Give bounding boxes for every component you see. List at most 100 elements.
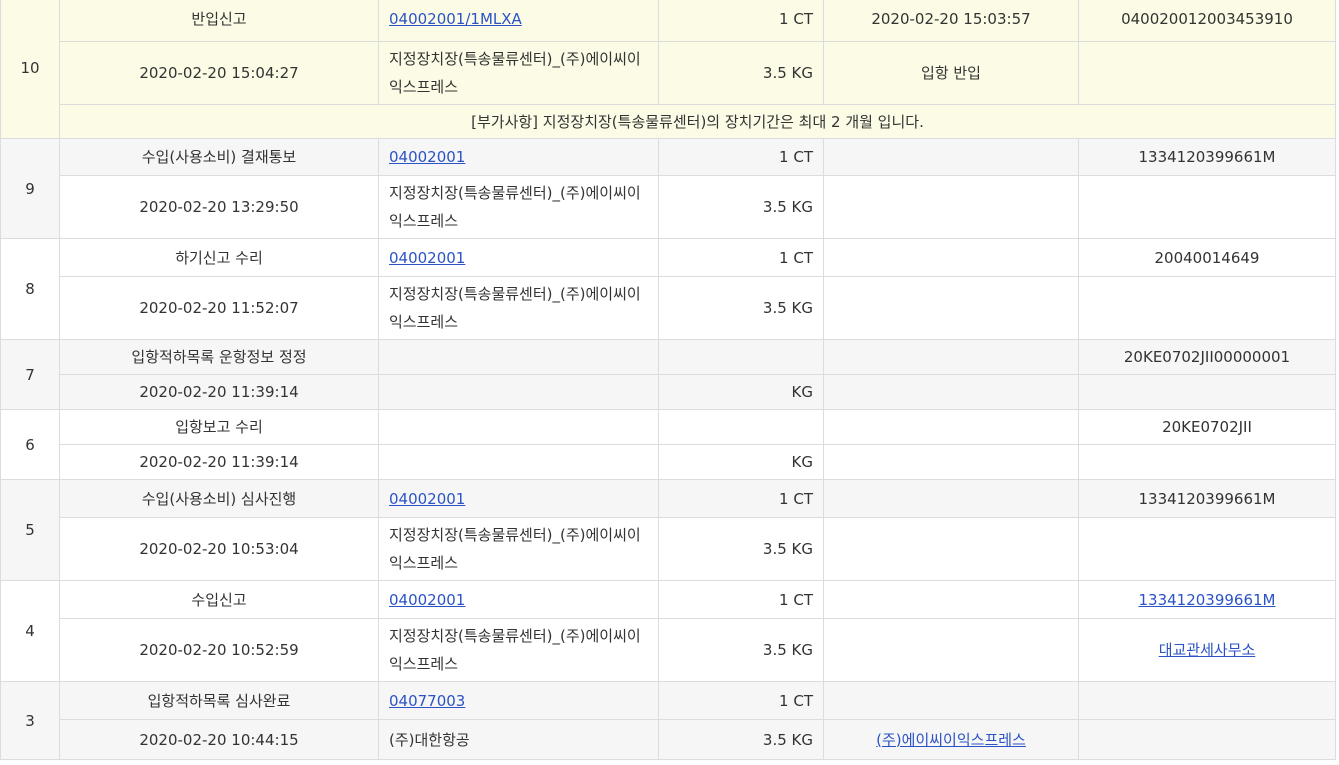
table-row: 2020-02-20 10:52:59 지정장치장(특송물류센터)_(주)에이씨… bbox=[1, 618, 1336, 682]
table-row: 10 반입신고 04002001/1MLXA 1 CT 2020-02-20 1… bbox=[0, 0, 1336, 139]
reference-number: 20KE0702JII bbox=[1078, 409, 1336, 445]
quantity bbox=[658, 339, 824, 375]
table-row: 7 입항적하목록 운항정보 정정 20KE0702JII00000001 bbox=[0, 339, 1336, 410]
storage-place: 지정장치장(특송물류센터)_(주)에이씨이익스프레스 bbox=[378, 41, 659, 105]
quantity: 1 CT bbox=[658, 479, 824, 518]
row-number: 6 bbox=[0, 409, 60, 480]
weight: KG bbox=[658, 444, 824, 480]
status-label: 입항적하목록 심사완료 bbox=[59, 681, 379, 720]
customs-broker-link[interactable]: 대교관세사무소 bbox=[1159, 641, 1256, 659]
extra-info bbox=[1078, 41, 1336, 105]
event-datetime bbox=[823, 339, 1079, 375]
storage-place bbox=[378, 374, 659, 410]
entry-type bbox=[823, 374, 1079, 410]
table-row: 2020-02-20 13:29:50 지정장치장(특송물류센터)_(주)에이씨… bbox=[1, 175, 1336, 239]
processed-datetime: 2020-02-20 10:53:04 bbox=[59, 517, 379, 581]
quantity: 1 CT bbox=[658, 580, 824, 619]
weight: 3.5 KG bbox=[658, 719, 824, 760]
reference-number: 1334120399661M bbox=[1078, 479, 1336, 518]
storage-place: 지정장치장(특송물류센터)_(주)에이씨이익스프레스 bbox=[378, 517, 659, 581]
extra-info bbox=[1078, 719, 1336, 760]
bl-number bbox=[378, 339, 659, 375]
table-row: 8 하기신고 수리 04002001 1 CT 20040014649 bbox=[0, 238, 1336, 340]
status-label: 반입신고 bbox=[59, 0, 379, 42]
additional-note: [부가사항] 지정장치장(특송물류센터)의 장치기간은 최대 2 개월 입니다. bbox=[59, 104, 1336, 139]
processed-datetime: 2020-02-20 11:39:14 bbox=[59, 374, 379, 410]
table-row: 5 수입(사용소비) 심사진행 04002001 1 CT 1334120399… bbox=[0, 479, 1336, 581]
extra-info bbox=[1078, 374, 1336, 410]
bl-number-link[interactable]: 04002001/1MLXA bbox=[389, 10, 522, 28]
row-number: 3 bbox=[0, 681, 60, 760]
quantity: 1 CT bbox=[658, 0, 824, 42]
entry-type bbox=[823, 175, 1079, 239]
storage-place bbox=[378, 444, 659, 480]
entry-type bbox=[823, 517, 1079, 581]
extra-info bbox=[1078, 517, 1336, 581]
weight: 3.5 KG bbox=[658, 41, 824, 105]
table-row: 2020-02-20 10:53:04 지정장치장(특송물류센터)_(주)에이씨… bbox=[1, 517, 1336, 581]
row-number: 10 bbox=[0, 0, 60, 139]
reference-number: 040020012003453910 bbox=[1078, 0, 1336, 42]
processed-datetime: 2020-02-20 11:39:14 bbox=[59, 444, 379, 480]
weight: 3.5 KG bbox=[658, 276, 824, 340]
event-datetime bbox=[823, 681, 1079, 720]
bl-number-link[interactable]: 04002001 bbox=[389, 249, 465, 267]
storage-place: 지정장치장(특송물류센터)_(주)에이씨이익스프레스 bbox=[378, 175, 659, 239]
forwarder-link[interactable]: (주)에이씨이익스프레스 bbox=[876, 731, 1026, 749]
row-number: 5 bbox=[0, 479, 60, 581]
event-datetime bbox=[823, 138, 1079, 176]
processed-datetime: 2020-02-20 10:44:15 bbox=[59, 719, 379, 760]
status-label: 입항보고 수리 bbox=[59, 409, 379, 445]
extra-info bbox=[1078, 276, 1336, 340]
table-row: 3 입항적하목록 심사완료 04077003 1 CT bbox=[0, 681, 1336, 760]
event-datetime bbox=[823, 479, 1079, 518]
event-datetime bbox=[823, 238, 1079, 277]
table-row: 6 입항보고 수리 20KE0702JII bbox=[0, 409, 1336, 480]
event-datetime: 2020-02-20 15:03:57 bbox=[823, 0, 1079, 42]
carrier-name: (주)대한항공 bbox=[378, 719, 659, 760]
weight: 3.5 KG bbox=[658, 517, 824, 581]
quantity: 1 CT bbox=[658, 238, 824, 277]
status-label: 수입(사용소비) 심사진행 bbox=[59, 479, 379, 518]
extra-info bbox=[1078, 444, 1336, 480]
table-row: 9 수입(사용소비) 결재통보 04002001 1 CT 1334120399… bbox=[0, 138, 1336, 239]
quantity: 1 CT bbox=[658, 681, 824, 720]
row-number: 7 bbox=[0, 339, 60, 410]
bl-number-link[interactable]: 04002001 bbox=[389, 591, 465, 609]
quantity: 1 CT bbox=[658, 138, 824, 176]
storage-place: 지정장치장(특송물류센터)_(주)에이씨이익스프레스 bbox=[378, 276, 659, 340]
status-label: 수입(사용소비) 결재통보 bbox=[59, 138, 379, 176]
processed-datetime: 2020-02-20 13:29:50 bbox=[59, 175, 379, 239]
bl-number-link[interactable]: 04002001 bbox=[389, 490, 465, 508]
bl-number-link[interactable]: 04077003 bbox=[389, 692, 465, 710]
status-label: 입항적하목록 운항정보 정정 bbox=[59, 339, 379, 375]
bl-number-link[interactable]: 04002001 bbox=[389, 148, 465, 166]
declaration-number-link[interactable]: 1334120399661M bbox=[1138, 591, 1275, 609]
table-row: 2020-02-20 10:44:15 (주)대한항공 3.5 KG (주)에이… bbox=[1, 719, 1336, 760]
entry-type bbox=[823, 444, 1079, 480]
processed-datetime: 2020-02-20 11:52:07 bbox=[59, 276, 379, 340]
processed-datetime: 2020-02-20 10:52:59 bbox=[59, 618, 379, 682]
row-number: 4 bbox=[0, 580, 60, 682]
status-label: 하기신고 수리 bbox=[59, 238, 379, 277]
row-number: 9 bbox=[0, 138, 60, 239]
table-row: 2020-02-20 11:52:07 지정장치장(특송물류센터)_(주)에이씨… bbox=[1, 276, 1336, 340]
reference-number: 20040014649 bbox=[1078, 238, 1336, 277]
event-datetime bbox=[823, 409, 1079, 445]
reference-number: 20KE0702JII00000001 bbox=[1078, 339, 1336, 375]
row-number: 8 bbox=[0, 238, 60, 340]
quantity bbox=[658, 409, 824, 445]
reference-number bbox=[1078, 681, 1336, 720]
table-row: 2020-02-20 15:04:27 지정장치장(특송물류센터)_(주)에이씨… bbox=[1, 41, 1336, 105]
entry-type: 입항 반입 bbox=[823, 41, 1079, 105]
note-row: [부가사항] 지정장치장(특송물류센터)의 장치기간은 최대 2 개월 입니다. bbox=[1, 104, 1336, 139]
extra-info bbox=[1078, 175, 1336, 239]
processed-datetime: 2020-02-20 15:04:27 bbox=[59, 41, 379, 105]
storage-place: 지정장치장(특송물류센터)_(주)에이씨이익스프레스 bbox=[378, 618, 659, 682]
event-datetime bbox=[823, 580, 1079, 619]
weight: 3.5 KG bbox=[658, 175, 824, 239]
reference-number: 1334120399661M bbox=[1078, 138, 1336, 176]
weight: KG bbox=[658, 374, 824, 410]
entry-type bbox=[823, 618, 1079, 682]
table-row: 2020-02-20 11:39:14 KG bbox=[1, 444, 1336, 480]
